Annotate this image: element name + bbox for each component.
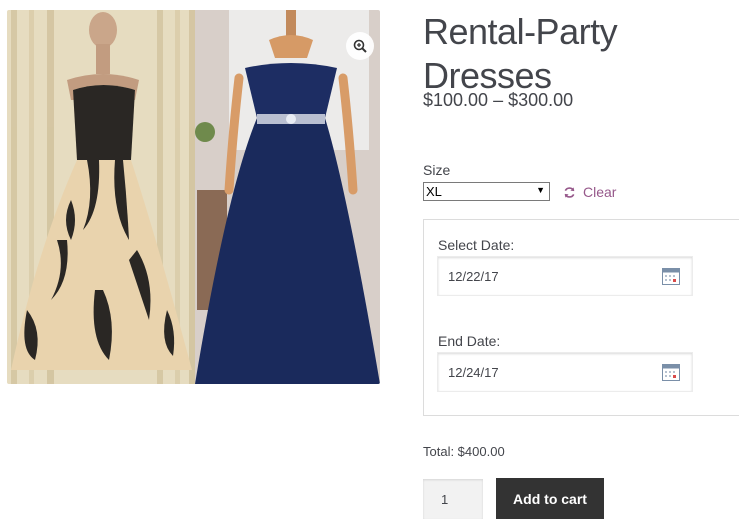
- size-label: Size: [423, 162, 451, 178]
- zoom-button[interactable]: [346, 32, 374, 60]
- product-price: $100.00 – $300.00: [423, 90, 574, 110]
- end-date-value: 12/24/17: [448, 364, 499, 380]
- dropdown-arrow-icon: ▼: [536, 185, 545, 195]
- end-date-input[interactable]: 12/24/17: [437, 352, 693, 392]
- start-date-label: Select Date:: [438, 237, 515, 253]
- clear-button[interactable]: Clear: [563, 184, 616, 200]
- size-select[interactable]: XL ▼: [423, 182, 550, 201]
- start-date-input[interactable]: 12/22/17: [437, 256, 693, 296]
- add-to-cart-button[interactable]: Add to cart: [496, 478, 604, 519]
- booking-total: Total: $400.00: [423, 444, 505, 459]
- quantity-input[interactable]: 1: [423, 479, 483, 519]
- clear-label: Clear: [583, 184, 617, 200]
- product-image[interactable]: [7, 10, 380, 384]
- product-title: Rental-Party Dresses: [423, 11, 618, 96]
- calendar-icon[interactable]: [662, 268, 680, 285]
- start-date-value: 12/22/17: [448, 268, 499, 284]
- size-select-value: XL: [426, 184, 442, 199]
- product-photo: [7, 10, 380, 384]
- end-date-label: End Date:: [438, 333, 501, 349]
- refresh-icon: [564, 186, 575, 198]
- calendar-icon[interactable]: [662, 364, 680, 381]
- quantity-value: 1: [441, 491, 449, 507]
- magnifier-plus-icon: [353, 39, 367, 53]
